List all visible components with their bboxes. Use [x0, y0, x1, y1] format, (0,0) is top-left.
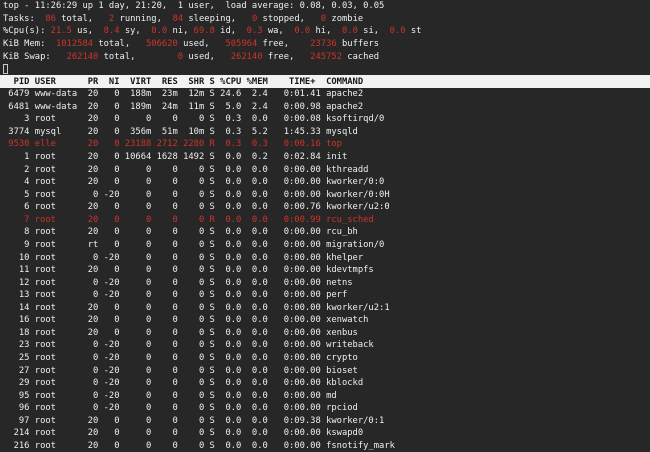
process-row: 11 root 20 0 0 0 0 S 0.0 0.0 0:00.00 kde… — [0, 264, 650, 277]
process-row: 9530 elle 20 0 23188 2712 2280 R 0.3 0.3… — [0, 138, 650, 151]
process-row: 9 root rt 0 0 0 0 S 0.0 0.0 0:00.00 migr… — [0, 239, 650, 252]
tasks-line: Tasks: 86 total, 2 running, 84 sleeping,… — [0, 13, 650, 26]
process-row: 3774 mysql 20 0 356m 51m 10m S 0.3 5.2 1… — [0, 126, 650, 139]
process-row: 12 root 0 -20 0 0 0 S 0.0 0.0 0:00.00 ne… — [0, 276, 650, 289]
process-row: 95 root 0 -20 0 0 0 S 0.0 0.0 0:00.00 md — [0, 389, 650, 402]
process-row: 4 root 20 0 0 0 0 S 0.0 0.0 0:00.00 kwor… — [0, 176, 650, 189]
uptime-load-line: top - 11:26:29 up 1 day, 21:20, 1 user, … — [0, 0, 650, 13]
process-row: 6 root 20 0 0 0 0 S 0.0 0.0 0:00.76 kwor… — [0, 201, 650, 214]
process-row: 29 root 0 -20 0 0 0 S 0.0 0.0 0:00.00 kb… — [0, 377, 650, 390]
process-row: 8 root 20 0 0 0 0 S 0.0 0.0 0:00.00 rcu_… — [0, 226, 650, 239]
cursor-line — [0, 63, 650, 76]
process-row: 7 root 20 0 0 0 0 R 0.0 0.0 0:00.99 rcu_… — [0, 214, 650, 227]
terminal-cursor — [3, 64, 8, 75]
process-row: 23 root 0 -20 0 0 0 S 0.0 0.0 0:00.00 wr… — [0, 339, 650, 352]
process-row: 96 root 0 -20 0 0 0 S 0.0 0.0 0:00.00 rp… — [0, 402, 650, 415]
process-row: 13 root 0 -20 0 0 0 S 0.0 0.0 0:00.00 pe… — [0, 289, 650, 302]
process-row: 6479 www-data 20 0 188m 23m 12m S 24.6 2… — [0, 88, 650, 101]
process-row: 214 root 20 0 0 0 0 S 0.0 0.0 0:00.00 ks… — [0, 427, 650, 440]
process-row: 1 root 20 0 10664 1628 1492 S 0.0 0.2 0:… — [0, 151, 650, 164]
process-row: 97 root 20 0 0 0 0 S 0.0 0.0 0:09.38 kwo… — [0, 415, 650, 428]
process-row: 27 root 0 -20 0 0 0 S 0.0 0.0 0:00.00 bi… — [0, 364, 650, 377]
process-row: 6481 www-data 20 0 189m 24m 11m S 5.0 2.… — [0, 101, 650, 114]
swap-line: KiB Swap: 262140 total, 0 used, 262140 f… — [0, 50, 650, 63]
process-row: 25 root 0 -20 0 0 0 S 0.0 0.0 0:00.00 cr… — [0, 352, 650, 365]
mem-line: KiB Mem: 1012584 total, 506620 used, 505… — [0, 38, 650, 51]
process-table-header: PID USER PR NI VIRT RES SHR S %CPU %MEM … — [0, 75, 650, 88]
process-row: 2 root 20 0 0 0 0 S 0.0 0.0 0:00.00 kthr… — [0, 163, 650, 176]
process-row: 18 root 20 0 0 0 0 S 0.0 0.0 0:00.00 xen… — [0, 327, 650, 340]
terminal-screen[interactable]: top - 11:26:29 up 1 day, 21:20, 1 user, … — [0, 0, 650, 452]
process-row: 14 root 20 0 0 0 0 S 0.0 0.0 0:00.00 kwo… — [0, 302, 650, 315]
process-row: 5 root 0 -20 0 0 0 S 0.0 0.0 0:00.00 kwo… — [0, 188, 650, 201]
cpu-line: %Cpu(s): 21.5 us, 8.4 sy, 0.0 ni, 69.8 i… — [0, 25, 650, 38]
process-row: 3 root 20 0 0 0 0 S 0.3 0.0 0:00.08 ksof… — [0, 113, 650, 126]
process-row: 10 root 0 -20 0 0 0 S 0.0 0.0 0:00.00 kh… — [0, 251, 650, 264]
process-row: 16 root 20 0 0 0 0 S 0.0 0.0 0:00.00 xen… — [0, 314, 650, 327]
process-row: 216 root 20 0 0 0 0 S 0.0 0.0 0:00.00 fs… — [0, 440, 650, 452]
